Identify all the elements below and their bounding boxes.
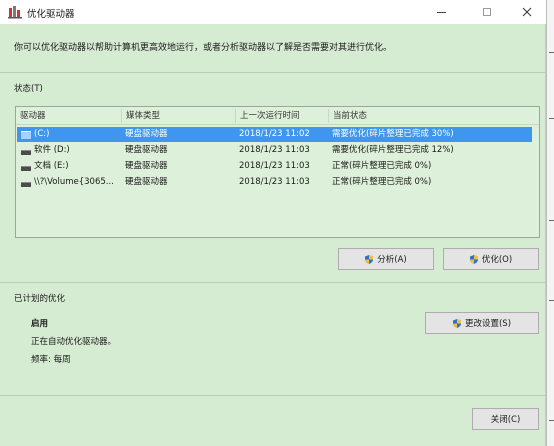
analyze-button[interactable]: 分析(A) bbox=[338, 248, 434, 270]
divider bbox=[0, 282, 546, 283]
analyze-label: 分析(A) bbox=[377, 255, 407, 265]
drive-name: \\?\Volume{3065... bbox=[34, 177, 114, 187]
drive-row-e[interactable]: 文档 (E:) 硬盘驱动器 2018/1/23 11:03 正常(碎片整理已完成… bbox=[17, 159, 532, 174]
minimize-icon bbox=[436, 11, 446, 13]
close-button[interactable]: 关闭(C) bbox=[472, 408, 539, 430]
drive-row-c[interactable]: (C:) 硬盘驱动器 2018/1/23 11:02 需要优化(碎片整理已完成 … bbox=[17, 127, 532, 142]
uac-shield-icon bbox=[469, 254, 478, 264]
current-status: 需要优化(碎片整理已完成 12%) bbox=[332, 145, 454, 155]
maximize-icon bbox=[483, 8, 491, 16]
schedule-frequency: 频率: 每周 bbox=[31, 355, 71, 365]
hard-drive-icon bbox=[21, 165, 31, 171]
optimize-button[interactable]: 优化(O) bbox=[443, 248, 539, 270]
header-separator bbox=[16, 124, 539, 125]
optimize-label: 优化(O) bbox=[481, 255, 513, 265]
drive-name: (C:) bbox=[34, 129, 50, 139]
schedule-state-description: 正在自动优化驱动器。 bbox=[31, 337, 117, 347]
change-settings-label: 更改设置(S) bbox=[464, 319, 512, 329]
column-header-media-type[interactable]: 媒体类型 bbox=[122, 109, 236, 123]
maximize-button[interactable] bbox=[470, 0, 504, 24]
last-run-time: 2018/1/23 11:03 bbox=[239, 177, 310, 187]
media-type: 硬盘驱动器 bbox=[125, 129, 168, 139]
background-window-edge bbox=[546, 0, 554, 446]
media-type: 硬盘驱动器 bbox=[125, 145, 168, 155]
column-header-current-status[interactable]: 当前状态 bbox=[329, 109, 529, 123]
change-settings-button[interactable]: 更改设置(S) bbox=[425, 312, 539, 334]
drive-row-d[interactable]: 软件 (D:) 硬盘驱动器 2018/1/23 11:03 需要优化(碎片整理已… bbox=[17, 143, 532, 158]
drive-name: 文档 (E:) bbox=[34, 161, 69, 171]
status-section-label: 状态(T) bbox=[14, 84, 43, 94]
optimize-drives-window: 优化驱动器 你可以优化驱动器以帮助计算机更高效地运行，或者分析驱动器以了解是否需… bbox=[0, 0, 546, 446]
close-icon bbox=[522, 7, 532, 17]
divider bbox=[0, 72, 546, 73]
media-type: 硬盘驱动器 bbox=[125, 161, 168, 171]
close-window-button[interactable] bbox=[510, 0, 544, 24]
column-header-last-run[interactable]: 上一次运行时间 bbox=[236, 109, 329, 123]
hard-drive-icon bbox=[21, 181, 31, 187]
title-bar[interactable]: 优化驱动器 bbox=[0, 0, 546, 24]
current-status: 正常(碎片整理已完成 0%) bbox=[332, 177, 432, 187]
uac-shield-icon bbox=[365, 254, 374, 264]
window-description: 你可以优化驱动器以帮助计算机更高效地运行，或者分析驱动器以了解是否需要对其进行优… bbox=[14, 43, 393, 53]
current-status: 正常(碎片整理已完成 0%) bbox=[332, 161, 432, 171]
current-status: 需要优化(碎片整理已完成 30%) bbox=[332, 129, 454, 139]
drive-row-volume[interactable]: \\?\Volume{3065... 硬盘驱动器 2018/1/23 11:03… bbox=[17, 175, 532, 190]
defrag-app-icon bbox=[8, 6, 22, 19]
divider bbox=[0, 395, 546, 396]
scheduled-section-label: 已计划的优化 bbox=[14, 294, 66, 304]
minimize-button[interactable] bbox=[424, 0, 458, 24]
column-header-drive[interactable]: 驱动器 bbox=[16, 109, 122, 123]
close-label: 关闭(C) bbox=[490, 415, 521, 425]
hard-drive-icon bbox=[21, 149, 31, 155]
schedule-state-title: 启用 bbox=[31, 319, 49, 329]
media-type: 硬盘驱动器 bbox=[125, 177, 168, 187]
hard-drive-icon bbox=[21, 130, 31, 139]
drive-list[interactable]: 驱动器 媒体类型 上一次运行时间 当前状态 (C:) 硬盘驱动器 2018/1/… bbox=[15, 106, 540, 238]
last-run-time: 2018/1/23 11:02 bbox=[239, 129, 310, 139]
last-run-time: 2018/1/23 11:03 bbox=[239, 145, 310, 155]
drive-name: 软件 (D:) bbox=[34, 145, 70, 155]
last-run-time: 2018/1/23 11:03 bbox=[239, 161, 310, 171]
uac-shield-icon bbox=[452, 318, 461, 328]
window-title: 优化驱动器 bbox=[27, 9, 75, 20]
